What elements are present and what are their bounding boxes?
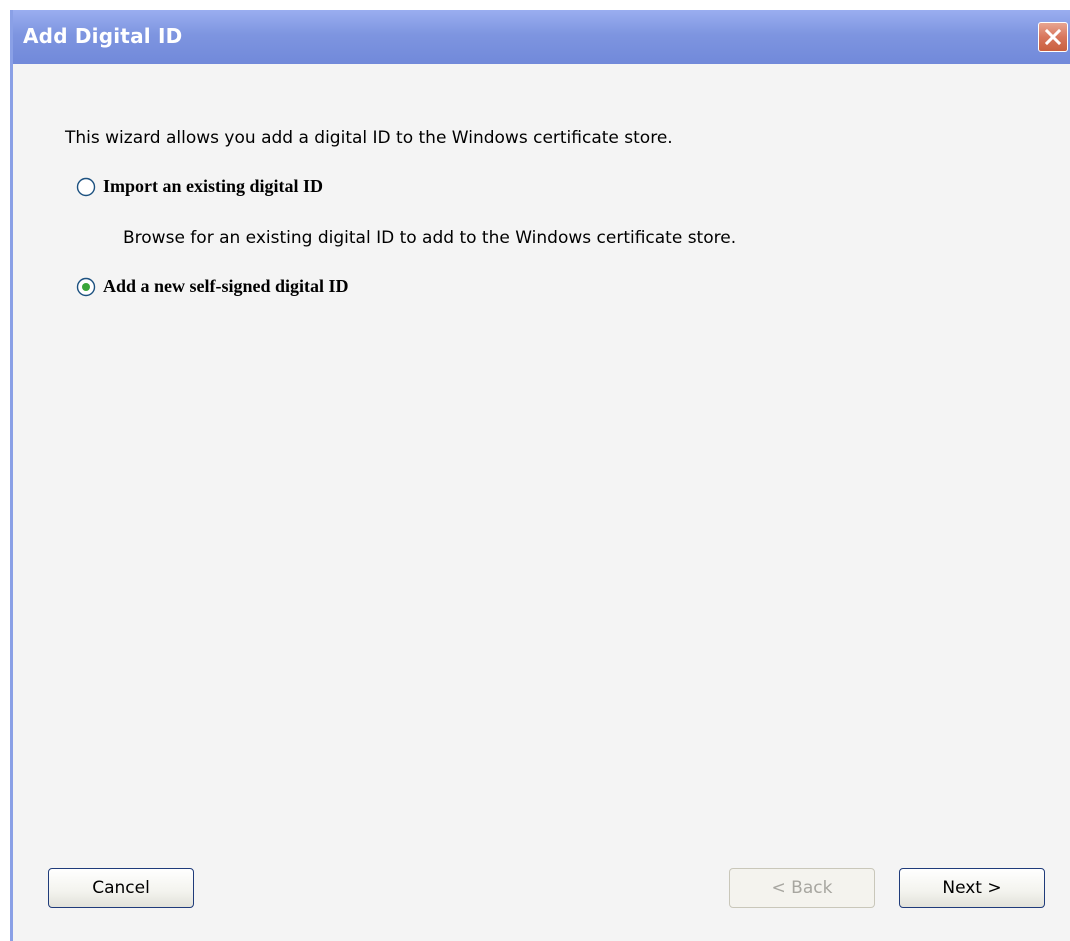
radio-unchecked-icon[interactable] bbox=[76, 177, 96, 197]
add-self-signed-option[interactable]: Add a new self-signed digital ID bbox=[76, 276, 349, 297]
title-bar[interactable]: Add Digital ID bbox=[13, 10, 1070, 64]
dialog-body: This wizard allows you add a digital ID … bbox=[13, 64, 1070, 941]
intro-text: This wizard allows you add a digital ID … bbox=[65, 128, 673, 148]
add-self-signed-label[interactable]: Add a new self-signed digital ID bbox=[103, 276, 349, 297]
back-button: < Back bbox=[729, 868, 875, 908]
dialog-title: Add Digital ID bbox=[23, 24, 183, 48]
radio-checked-icon[interactable] bbox=[76, 277, 96, 297]
close-icon bbox=[1044, 28, 1062, 46]
import-existing-label[interactable]: Import an existing digital ID bbox=[103, 176, 323, 197]
cancel-button[interactable]: Cancel bbox=[48, 868, 194, 908]
next-button[interactable]: Next > bbox=[899, 868, 1045, 908]
import-existing-option[interactable]: Import an existing digital ID bbox=[76, 176, 323, 197]
close-button[interactable] bbox=[1038, 22, 1068, 52]
import-existing-description: Browse for an existing digital ID to add… bbox=[123, 228, 737, 248]
add-digital-id-dialog: Add Digital ID This wizard allows you ad… bbox=[10, 10, 1070, 941]
